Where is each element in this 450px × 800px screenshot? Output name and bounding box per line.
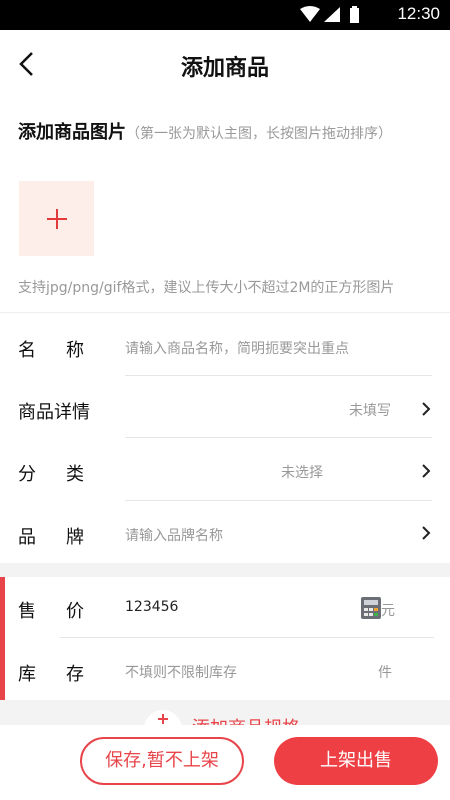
stock-unit: 件 xyxy=(378,665,392,681)
price-unit: 元 xyxy=(381,603,395,619)
save-draft-button[interactable]: 保存,暂不上架 xyxy=(80,737,244,785)
images-section-title: 添加商品图片 xyxy=(18,122,126,143)
brand-input[interactable]: 请输入品牌名称 xyxy=(125,525,223,545)
row-divider xyxy=(60,637,434,638)
battery-icon xyxy=(350,6,359,23)
brand-label: 品牌 xyxy=(18,527,114,548)
header-bar: 添加商品 xyxy=(0,30,450,100)
stock-label: 库存 xyxy=(18,664,114,685)
row-divider xyxy=(125,500,432,501)
signal-icon xyxy=(324,7,340,22)
chevron-right-icon[interactable] xyxy=(420,525,432,541)
images-section-heading: 添加商品图片（第一张为默认主图，长按图片拖动排序） xyxy=(18,118,392,144)
price-input[interactable]: 123456 xyxy=(125,599,178,615)
add-spec-label: 添加商品规格 xyxy=(192,714,300,725)
chevron-right-icon[interactable] xyxy=(420,401,432,417)
name-input[interactable]: 请输入商品名称，简明扼要突出重点 xyxy=(125,338,349,358)
calculator-icon[interactable] xyxy=(361,597,381,619)
name-label: 名称 xyxy=(18,340,114,361)
required-indicator-bar xyxy=(0,577,5,700)
category-label: 分类 xyxy=(18,464,114,485)
publish-button[interactable]: 上架出售 xyxy=(274,737,438,785)
stock-input[interactable]: 不填则不限制库存 xyxy=(125,662,237,682)
wifi-icon xyxy=(300,6,320,22)
status-bar: 12:30 xyxy=(0,0,450,30)
price-label: 售价 xyxy=(18,601,114,622)
detail-label: 商品详情 xyxy=(18,402,90,423)
image-support-note: 支持jpg/png/gif格式，建议上传大小不超过2M的正方形图片 xyxy=(18,280,395,296)
section-gap xyxy=(0,563,450,577)
section-divider xyxy=(0,312,450,313)
row-divider xyxy=(125,375,432,376)
category-value[interactable]: 未选择 xyxy=(281,462,323,482)
add-spec-button[interactable]: 添加商品规格 xyxy=(0,700,450,725)
chevron-right-icon[interactable] xyxy=(420,463,432,479)
detail-value[interactable]: 未填写 xyxy=(349,400,391,420)
images-section-hint: （第一张为默认主图，长按图片拖动排序） xyxy=(126,126,392,142)
page-title: 添加商品 xyxy=(180,56,269,81)
row-divider xyxy=(125,437,432,438)
add-image-button[interactable] xyxy=(19,181,94,256)
status-time: 12:30 xyxy=(397,4,440,23)
status-icons xyxy=(300,6,359,23)
